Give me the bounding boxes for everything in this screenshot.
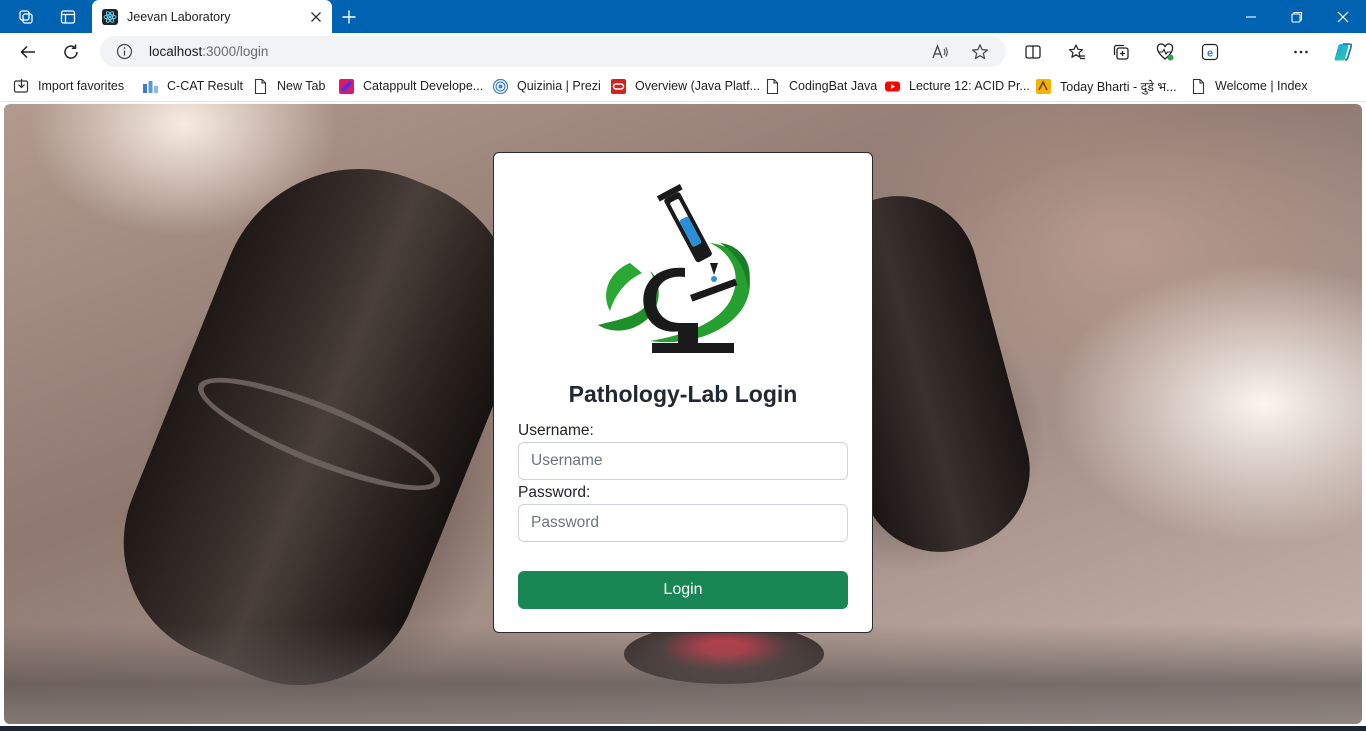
favorite-c-cat-result[interactable]: C-CAT Result [142,76,243,96]
favorite-catappult[interactable]: Catappult Develope... [338,76,483,96]
favorite-label: C-CAT Result [167,79,243,93]
favorite-label: Overview (Java Platf... [635,79,761,93]
react-icon [102,8,118,25]
login-card: Pathology-Lab Login Username: Password: … [493,152,873,633]
copilot-icon[interactable] [1328,37,1358,67]
minimize-icon[interactable] [1228,0,1274,33]
favorite-new-tab[interactable]: New Tab [252,76,325,96]
catappult-icon [338,78,355,95]
favorite-star-icon[interactable] [969,41,991,63]
refresh-icon[interactable] [56,37,86,67]
favorite-label: Lecture 12: ACID Pr... [909,79,1030,93]
site-info-icon[interactable] [116,43,133,60]
favorites-icon[interactable] [1062,37,1092,67]
favorite-import-favorites[interactable]: Import favorites [13,76,124,96]
favorite-lecture-12[interactable]: Lecture 12: ACID Pr... [884,76,1030,96]
page-icon [764,78,781,95]
site-icon [142,78,159,95]
oracle-icon [610,78,627,95]
url-path: :3000/login [202,44,269,59]
close-window-icon[interactable] [1320,0,1366,33]
back-icon[interactable] [13,37,43,67]
url-text[interactable]: localhost:3000/login [149,44,268,59]
favorite-label: Quizinia | Prezi [517,79,601,93]
address-bar[interactable]: localhost:3000/login [100,36,1006,67]
taskbar-edge [0,726,1366,731]
import-icon [13,78,30,95]
url-host: localhost [149,44,203,59]
favorite-label: Welcome | Index [1215,79,1308,93]
internet-explorer-mode-icon[interactable]: e [1195,37,1225,67]
password-label: Password: [518,484,591,501]
favorite-java-overview[interactable]: Overview (Java Platf... [610,76,760,96]
username-input[interactable] [518,442,848,480]
favorite-today-bharti[interactable]: Today Bharti - दुडे भ... [1035,76,1177,96]
more-menu-icon[interactable] [1286,37,1316,67]
favorite-quizinia-prezi[interactable]: Quizinia | Prezi [492,76,601,96]
browser-essentials-icon[interactable] [1150,37,1180,67]
bharti-icon [1035,78,1052,95]
favorite-label: New Tab [277,79,326,93]
restore-icon[interactable] [1274,0,1320,33]
login-title: Pathology-Lab Login [568,381,798,407]
microscope-logo-icon [590,183,760,358]
new-tab-icon[interactable] [336,4,362,30]
favorite-label: Import favorites [38,79,125,93]
tab-actions-icon[interactable] [48,0,88,33]
page-icon [252,78,269,95]
password-input[interactable] [518,504,848,542]
tab-title: Jeevan Laboratory [127,9,231,24]
page-icon [1190,78,1207,95]
favorite-label: Today Bharti - दुडे भ... [1060,79,1177,94]
split-screen-icon[interactable] [1018,37,1048,67]
browser-tab-strip: Jeevan Laboratory [0,0,1366,33]
favorite-codingbat-java[interactable]: CodingBat Java [764,76,877,96]
favorite-welcome-index[interactable]: Welcome | Index [1190,76,1308,96]
favorite-label: Catappult Develope... [363,79,484,93]
workspaces-icon[interactable] [6,0,46,33]
background-microscope-stage [4,624,1362,724]
navigation-toolbar: localhost:3000/login e [0,33,1366,97]
close-tab-icon[interactable] [304,5,328,29]
read-aloud-icon[interactable] [929,41,951,63]
favorite-label: CodingBat Java [789,79,878,93]
tab-jeevan-laboratory[interactable]: Jeevan Laboratory [92,0,332,33]
login-button[interactable]: Login [518,571,848,609]
youtube-icon [884,78,901,95]
favorites-bar: Import favorites C-CAT Result New Tab Ca… [0,70,1366,102]
username-label: Username: [518,422,594,439]
svg-text:e: e [1207,48,1213,60]
quizinia-icon [492,78,509,95]
collections-icon[interactable] [1106,37,1136,67]
